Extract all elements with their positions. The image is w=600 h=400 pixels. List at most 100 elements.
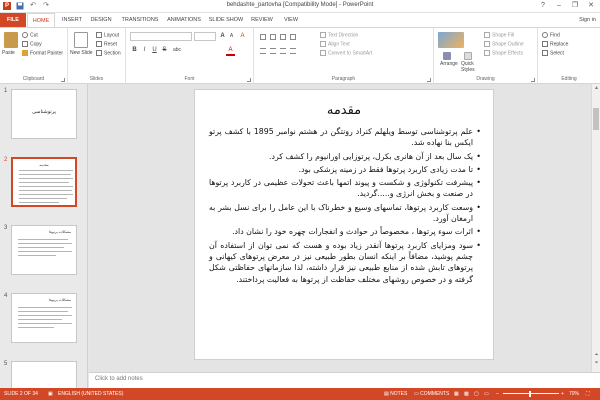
notes-placeholder[interactable]: Click to add notes xyxy=(95,376,143,382)
font-name-field[interactable] xyxy=(130,32,192,41)
restore-button[interactable]: ❐ xyxy=(568,1,582,11)
quick-styles-button[interactable]: Quick Styles xyxy=(461,61,481,73)
quick-styles-icon[interactable] xyxy=(464,52,472,60)
thumbnail-title: پرتوشناسی xyxy=(32,109,56,115)
vertical-scrollbar[interactable]: ▲ ⏶ ⏷ xyxy=(591,84,600,372)
slide-canvas[interactable]: مقدمه علم پرتوشناسی توسط ویلهلم کنراد رو… xyxy=(194,89,494,360)
shape-fill-label: Shape Fill xyxy=(492,32,515,39)
fit-slide-icon[interactable]: ⛶ xyxy=(586,388,590,400)
section-button[interactable]: Section xyxy=(96,50,121,57)
shape-outline-icon xyxy=(484,41,490,47)
next-slide-icon[interactable]: ⏷ xyxy=(592,360,600,366)
tab-slide-show[interactable]: SLIDE SHOW xyxy=(207,13,245,27)
justify-icon[interactable] xyxy=(290,48,296,54)
shapes-gallery-icon[interactable] xyxy=(438,32,464,48)
layout-button[interactable]: Layout xyxy=(96,32,119,39)
shrink-font-button[interactable]: A xyxy=(227,32,236,40)
previous-slide-icon[interactable]: ⏶ xyxy=(592,352,600,358)
thumbnail-title: مقدمه xyxy=(39,163,49,167)
title-bar: P ↶ ↷ behdashte_partovha [Compatibility … xyxy=(0,0,600,13)
paragraph-launcher-icon[interactable] xyxy=(427,78,431,82)
paste-icon[interactable] xyxy=(4,32,18,48)
font-launcher-icon[interactable] xyxy=(247,78,251,82)
spellcheck-icon[interactable]: ▣ xyxy=(48,388,53,400)
copy-button[interactable]: Copy xyxy=(22,41,42,48)
shape-fill-button[interactable]: Shape Fill xyxy=(484,32,514,39)
scroll-up-icon[interactable]: ▲ xyxy=(592,85,600,91)
slide-title[interactable]: مقدمه xyxy=(195,103,493,118)
bullets-icon[interactable] xyxy=(260,34,266,40)
slideshow-icon[interactable]: ▭ xyxy=(484,388,489,400)
arrange-button[interactable]: Arrange xyxy=(440,61,458,68)
tab-file[interactable]: FILE xyxy=(0,13,26,27)
reset-button[interactable]: Reset xyxy=(96,41,117,48)
cut-button[interactable]: Cut xyxy=(22,32,38,39)
tab-insert[interactable]: INSERT xyxy=(58,13,86,27)
text-direction-button[interactable]: Text Direction xyxy=(320,32,358,39)
underline-button[interactable]: U xyxy=(150,46,159,54)
slide-thumbnail[interactable] xyxy=(11,361,77,388)
bold-button[interactable]: B xyxy=(130,46,139,54)
language-indicator[interactable]: ENGLISH (UNITED STATES) xyxy=(58,388,123,400)
slide-thumbnail[interactable]: مشکلات پرتوها xyxy=(11,293,77,343)
tab-home[interactable]: HOME xyxy=(27,13,55,27)
align-text-button[interactable]: Align Text xyxy=(320,41,350,48)
select-button[interactable]: Select xyxy=(542,50,564,57)
format-painter-button[interactable]: Format Painter xyxy=(22,50,63,57)
zoom-slider-thumb[interactable] xyxy=(529,391,531,397)
strikethrough-button[interactable]: S xyxy=(160,46,169,54)
shape-fill-icon xyxy=(484,32,490,38)
new-slide-button[interactable]: New Slide xyxy=(70,50,94,56)
paste-button[interactable]: Paste xyxy=(2,50,15,57)
drawing-launcher-icon[interactable] xyxy=(531,78,535,82)
minimize-button[interactable]: – xyxy=(552,1,566,11)
tab-animations[interactable]: ANIMATIONS xyxy=(163,13,205,27)
italic-button[interactable]: I xyxy=(140,46,149,54)
font-size-field[interactable] xyxy=(194,32,216,41)
notes-pane[interactable]: Click to add notes xyxy=(89,372,600,388)
slide-thumbnail[interactable]: مشکلات پرتوها xyxy=(11,225,77,275)
zoom-in-icon[interactable]: + xyxy=(561,388,564,400)
slide-thumbnail-selected[interactable]: مقدمه xyxy=(11,157,77,207)
notes-toggle-label: NOTES xyxy=(390,391,408,397)
font-group: A A A B I U S abc A Font xyxy=(126,28,254,84)
new-slide-icon[interactable] xyxy=(74,32,88,48)
normal-view-icon[interactable]: ▦ xyxy=(454,388,459,400)
find-button[interactable]: Find xyxy=(542,32,560,39)
clipboard-launcher-icon[interactable] xyxy=(61,78,65,82)
thumbnail-title: مشکلات پرتوها xyxy=(49,230,71,234)
align-right-icon[interactable] xyxy=(280,48,286,54)
tab-review[interactable]: REVIEW xyxy=(247,13,277,27)
notes-toggle[interactable]: ▤ NOTES xyxy=(384,388,407,400)
shape-outline-button[interactable]: Shape Outline xyxy=(484,41,524,48)
slide-sorter-icon[interactable]: ▩ xyxy=(464,388,469,400)
slide-thumbnail[interactable]: پرتوشناسی xyxy=(11,89,77,139)
sign-in-link[interactable]: Sign in xyxy=(579,13,596,27)
tab-design[interactable]: DESIGN xyxy=(87,13,115,27)
copy-icon xyxy=(22,41,28,47)
increase-indent-icon[interactable] xyxy=(290,34,296,40)
comments-toggle[interactable]: ▭ COMMENTS xyxy=(414,388,449,400)
shape-effects-button[interactable]: Shape Effects xyxy=(484,50,523,57)
tab-view[interactable]: VIEW xyxy=(279,13,303,27)
align-left-icon[interactable] xyxy=(260,48,266,54)
decrease-indent-icon[interactable] xyxy=(280,34,286,40)
slide-body[interactable]: علم پرتوشناسی توسط ویلهلم کنراد رونتگن د… xyxy=(209,126,481,287)
text-shadow-button[interactable]: abc xyxy=(170,46,184,54)
arrange-icon[interactable] xyxy=(443,52,451,60)
align-center-icon[interactable] xyxy=(270,48,276,54)
replace-button[interactable]: Replace xyxy=(542,41,568,48)
numbering-icon[interactable] xyxy=(270,34,276,40)
zoom-slider[interactable] xyxy=(503,393,559,394)
tab-transitions[interactable]: TRANSITIONS xyxy=(118,13,162,27)
zoom-level[interactable]: 70% xyxy=(569,388,579,400)
clear-formatting-button[interactable]: A xyxy=(238,32,247,40)
font-color-button[interactable]: A xyxy=(226,46,235,56)
reading-view-icon[interactable]: ▢ xyxy=(474,388,479,400)
grow-font-button[interactable]: A xyxy=(218,32,227,40)
help-icon[interactable]: ? xyxy=(536,1,550,11)
convert-smartart-button[interactable]: Convert to SmartArt xyxy=(320,50,372,57)
close-button[interactable]: ✕ xyxy=(584,1,598,11)
zoom-out-icon[interactable]: – xyxy=(496,388,499,400)
scroll-thumb[interactable] xyxy=(593,108,599,130)
